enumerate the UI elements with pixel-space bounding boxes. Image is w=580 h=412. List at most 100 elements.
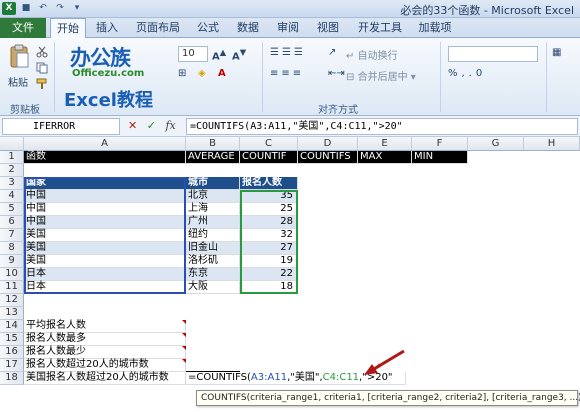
comment-indicator[interactable] [182, 346, 186, 350]
row-header-9[interactable]: 9 [0, 255, 24, 268]
row-header-6[interactable]: 6 [0, 216, 24, 229]
question-cell[interactable]: 美国报名人数超过20人的城市数 [24, 372, 186, 385]
row-header-18[interactable]: 18 [0, 372, 24, 385]
table-row-country[interactable]: 美国 [24, 242, 186, 255]
row-header-1[interactable]: 1 [0, 151, 24, 164]
shrink-font-icon[interactable]: A▼ [232, 47, 246, 62]
font-color-icon[interactable]: A [218, 68, 226, 79]
table-row-count[interactable]: 22 [240, 268, 298, 281]
table-row-count[interactable]: 32 [240, 229, 298, 242]
tab-insert[interactable]: 插入 [90, 18, 124, 38]
table-row-country[interactable]: 美国 [24, 255, 186, 268]
table-row-city[interactable]: 纽约 [186, 229, 240, 242]
table-row-count[interactable]: 28 [240, 216, 298, 229]
tab-review[interactable]: 审阅 [270, 18, 306, 38]
question-cell[interactable]: 报名人数最少 [24, 346, 186, 359]
row-header-13[interactable]: 13 [0, 307, 24, 320]
font-size-select[interactable]: 10 [178, 46, 208, 62]
cell-c1[interactable]: COUNTIF [240, 151, 298, 164]
table-row-country[interactable]: 日本 [24, 281, 186, 294]
table-row-count[interactable]: 27 [240, 242, 298, 255]
table-row-count[interactable]: 25 [240, 203, 298, 216]
column-header-b[interactable]: B [186, 137, 240, 151]
row-header-3[interactable]: 3 [0, 177, 24, 190]
comment-indicator[interactable] [182, 359, 186, 363]
wrap-text-button[interactable]: ↵ 自动换行 [346, 47, 398, 62]
row-header-14[interactable]: 14 [0, 320, 24, 333]
table-row-city[interactable]: 北京 [186, 190, 240, 203]
table-row-city[interactable]: 东京 [186, 268, 240, 281]
table-row-city[interactable]: 大阪 [186, 281, 240, 294]
row-header-16[interactable]: 16 [0, 346, 24, 359]
column-header-f[interactable]: F [412, 137, 468, 151]
column-header-e[interactable]: E [358, 137, 412, 151]
name-box[interactable]: IFERROR [2, 118, 120, 135]
number-format-icons[interactable]: %,.0 [448, 68, 486, 79]
orientation-icon[interactable]: ↗ [328, 47, 336, 58]
undo-icon[interactable]: ↶ [36, 2, 50, 15]
select-all-corner[interactable] [0, 137, 24, 151]
tab-data[interactable]: 数据 [230, 18, 266, 38]
row-header-15[interactable]: 15 [0, 333, 24, 346]
styles-icon[interactable]: ▦ [552, 47, 561, 58]
row-header-5[interactable]: 5 [0, 203, 24, 216]
cell-e1[interactable]: MAX [358, 151, 412, 164]
column-header-h[interactable]: H [524, 137, 580, 151]
question-cell[interactable]: 报名人数超过20人的城市数 [24, 359, 186, 372]
cell-f1[interactable]: MIN [412, 151, 468, 164]
table-header-city[interactable]: 城市 [186, 177, 240, 190]
tab-file[interactable]: 文件 [0, 18, 46, 38]
align-top-icons[interactable]: ☰☰☰ [270, 47, 306, 58]
customize-qat-icon[interactable]: ▾ [70, 2, 84, 15]
tab-addins[interactable]: 加载项 [412, 18, 458, 38]
question-cell[interactable]: 报名人数最多 [24, 333, 186, 346]
enter-icon[interactable]: ✓ [147, 119, 156, 132]
tab-formulas[interactable]: 公式 [190, 18, 226, 38]
paste-icon[interactable] [8, 44, 30, 70]
formula-input[interactable]: =COUNTIFS(A3:A11,"美国",C4:C11,">20" [186, 118, 578, 135]
insert-function-icon[interactable]: fx [165, 119, 175, 132]
row-header-8[interactable]: 8 [0, 242, 24, 255]
table-row-country[interactable]: 中国 [24, 190, 186, 203]
worksheet-grid[interactable]: A B C D E F G H 1 2 3 4 5 6 7 8 9 10 11 … [0, 137, 580, 412]
table-row-city[interactable]: 广州 [186, 216, 240, 229]
row-header-10[interactable]: 10 [0, 268, 24, 281]
cut-icon[interactable] [36, 46, 48, 58]
table-row-count[interactable]: 19 [240, 255, 298, 268]
row-header-17[interactable]: 17 [0, 359, 24, 372]
cell-b1[interactable]: AVERAGE [186, 151, 240, 164]
cell-a1[interactable]: 函数 [24, 151, 186, 164]
question-cell[interactable]: 平均报名人数 [24, 320, 186, 333]
tab-developer[interactable]: 开发工具 [352, 18, 408, 38]
redo-icon[interactable]: ↷ [53, 2, 67, 15]
tab-home[interactable]: 开始 [50, 18, 86, 39]
grow-font-icon[interactable]: A▲ [212, 47, 226, 62]
column-header-d[interactable]: D [298, 137, 358, 151]
fill-color-icon[interactable]: ◈ [198, 68, 206, 79]
comment-indicator[interactable] [182, 333, 186, 337]
table-row-city[interactable]: 旧金山 [186, 242, 240, 255]
table-row-country[interactable]: 日本 [24, 268, 186, 281]
table-header-country[interactable]: 国家 [24, 177, 186, 190]
table-row-country[interactable]: 美国 [24, 229, 186, 242]
row-header-7[interactable]: 7 [0, 229, 24, 242]
table-row-city[interactable]: 洛杉矶 [186, 255, 240, 268]
comment-indicator[interactable] [182, 320, 186, 324]
paste-button[interactable]: 粘贴 [8, 74, 28, 89]
row-header-12[interactable]: 12 [0, 294, 24, 307]
number-format-select[interactable] [448, 46, 538, 62]
table-row-count[interactable]: 35 [240, 190, 298, 203]
table-row-country[interactable]: 中国 [24, 203, 186, 216]
column-header-c[interactable]: C [240, 137, 298, 151]
row-header-2[interactable]: 2 [0, 164, 24, 177]
row-header-11[interactable]: 11 [0, 281, 24, 294]
border-icon[interactable]: ⊞ [178, 68, 186, 79]
indent-icon[interactable]: ⇤⇥ [328, 68, 345, 79]
cancel-icon[interactable]: ✕ [128, 119, 137, 132]
tab-page-layout[interactable]: 页面布局 [128, 18, 188, 38]
tab-view[interactable]: 视图 [310, 18, 346, 38]
table-row-city[interactable]: 上海 [186, 203, 240, 216]
cell-d1[interactable]: COUNTIFS [298, 151, 358, 164]
format-painter-icon[interactable] [36, 78, 48, 90]
table-header-count[interactable]: 报名人数 [240, 177, 298, 190]
